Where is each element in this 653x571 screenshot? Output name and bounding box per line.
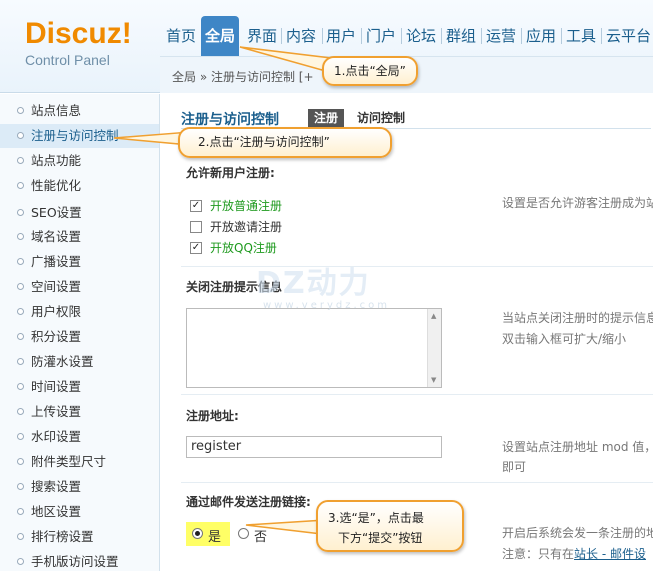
closed-message-textarea[interactable]: ▲ ▼ — [186, 308, 442, 388]
sidebar: 站点信息 注册与访问控制 站点功能 性能优化 SEO设置 域名设置 广播设置 空… — [0, 94, 160, 571]
scroll-down-icon[interactable]: ▼ — [431, 376, 436, 384]
nav-item-tools[interactable]: 工具 — [562, 20, 600, 52]
sidebar-item-time[interactable]: 时间设置 — [0, 375, 159, 399]
sidebar-item-user-permissions[interactable]: 用户权限 — [0, 300, 159, 324]
nav-item-portal[interactable]: 门户 — [362, 20, 400, 52]
closed-message-desc-1: 当站点关闭注册时的提示信息 — [502, 311, 653, 325]
sidebar-item-attachment-types[interactable]: 附件类型尺寸 — [0, 450, 159, 474]
email-link-title: 通过邮件发送注册链接: — [186, 495, 311, 509]
sidebar-item-region[interactable]: 地区设置 — [0, 500, 159, 524]
register-url-desc-1: 设置站点注册地址 mod 值， — [502, 440, 653, 454]
register-url-desc-2: 即可 — [502, 460, 527, 474]
radio-checked-icon[interactable] — [192, 528, 203, 539]
sidebar-item-site-info[interactable]: 站点信息 — [0, 99, 159, 123]
register-url-input[interactable]: register — [186, 436, 442, 458]
tab-access-control[interactable]: 访问控制 — [357, 109, 405, 128]
radio-yes-label: 是 — [208, 530, 222, 545]
top-nav: 首页 全局 界面 内容 用户 门户 论坛 群组 运营 应用 工具 云平台 — [160, 16, 653, 56]
nav-item-forum[interactable]: 论坛 — [402, 20, 440, 52]
allow-register-desc: 设置是否允许游客注册成为站 — [502, 196, 653, 210]
allow-register-title: 允许新用户注册: — [186, 166, 275, 180]
section-divider — [181, 266, 653, 267]
option-invite-register-label: 开放邀请注册 — [210, 220, 283, 234]
sidebar-item-ranking[interactable]: 排行榜设置 — [0, 525, 159, 549]
sidebar-item-credits[interactable]: 积分设置 — [0, 325, 159, 349]
page-title: 注册与访问控制 — [181, 112, 279, 128]
watermark: DZ动力 — [256, 266, 371, 301]
email-link-desc-2: 注意：只有在站长 - 邮件设 — [502, 544, 646, 564]
nav-item-operations[interactable]: 运营 — [482, 20, 520, 52]
callout-step-3: 3.选“是”，点击最 下方“提交”按钮 — [316, 500, 464, 552]
nav-item-interface[interactable]: 界面 — [243, 20, 281, 52]
checkbox-checked-icon[interactable]: ✓ — [190, 200, 202, 212]
sidebar-item-broadcast[interactable]: 广播设置 — [0, 250, 159, 274]
radio-no-label: 否 — [254, 530, 268, 545]
email-link-desc-1: 开启后系统会发一条注册的地 — [502, 526, 653, 540]
radio-unchecked-icon[interactable] — [238, 528, 249, 539]
sidebar-item-watermark[interactable]: 水印设置 — [0, 425, 159, 449]
logo-main: Discuz! — [25, 17, 132, 50]
callout-step-2: 2.点击“注册与访问控制” — [178, 127, 392, 158]
sidebar-item-space[interactable]: 空间设置 — [0, 275, 159, 299]
sidebar-item-performance[interactable]: 性能优化 — [0, 174, 159, 198]
sidebar-item-search[interactable]: 搜索设置 — [0, 475, 159, 499]
sidebar-item-anti-spam[interactable]: 防灌水设置 — [0, 350, 159, 374]
sidebar-item-register-access[interactable]: 注册与访问控制 — [0, 124, 159, 148]
sidebar-item-upload[interactable]: 上传设置 — [0, 400, 159, 424]
callout-step-3-line-1: 3.选“是”，点击最 — [328, 511, 424, 525]
sidebar-item-site-features[interactable]: 站点功能 — [0, 149, 159, 173]
nav-item-group[interactable]: 群组 — [442, 20, 480, 52]
nav-item-apps[interactable]: 应用 — [522, 20, 560, 52]
breadcrumb-text[interactable]: 全局 » 注册与访问控制 [+ — [172, 68, 314, 85]
scroll-up-icon[interactable]: ▲ — [431, 312, 436, 320]
nav-item-cloud[interactable]: 云平台 — [602, 20, 653, 52]
nav-item-home[interactable]: 首页 — [162, 20, 200, 52]
register-url-title: 注册地址: — [186, 409, 239, 423]
radio-yes-highlight[interactable]: 是 — [186, 522, 230, 546]
checkbox-checked-icon[interactable]: ✓ — [190, 242, 202, 254]
callout-step-3-line-2: 下方“提交”按钮 — [338, 531, 423, 545]
sidebar-item-mobile[interactable]: 手机版访问设置 — [0, 550, 159, 571]
option-qq-register-label: 开放QQ注册 — [210, 241, 277, 255]
watermark-url: www.verydz.com — [263, 300, 391, 311]
nav-item-content[interactable]: 内容 — [282, 20, 320, 52]
section-divider — [181, 482, 653, 483]
tab-register[interactable]: 注册 — [308, 109, 345, 128]
sidebar-item-domain[interactable]: 域名设置 — [0, 225, 159, 249]
callout-step-1: 1.点击“全局” — [322, 56, 418, 86]
nav-item-global[interactable]: 全局 — [201, 16, 240, 56]
section-divider — [181, 394, 653, 395]
option-normal-register-label: 开放普通注册 — [210, 199, 283, 213]
email-link-desc-prefix: 注意：只有在 — [502, 547, 575, 561]
logo[interactable]: Discuz! Control Panel — [25, 17, 132, 69]
checkbox-unchecked-icon[interactable] — [190, 221, 202, 233]
nav-item-users[interactable]: 用户 — [322, 20, 360, 52]
closed-message-desc-2: 双击输入框可扩大/缩小 — [502, 332, 627, 346]
logo-sub: Control Panel — [25, 52, 110, 68]
sidebar-item-seo[interactable]: SEO设置 — [0, 201, 159, 225]
mail-settings-link[interactable]: 站长 - 邮件设 — [574, 547, 646, 561]
textarea-scrollbar[interactable]: ▲ ▼ — [427, 309, 441, 387]
